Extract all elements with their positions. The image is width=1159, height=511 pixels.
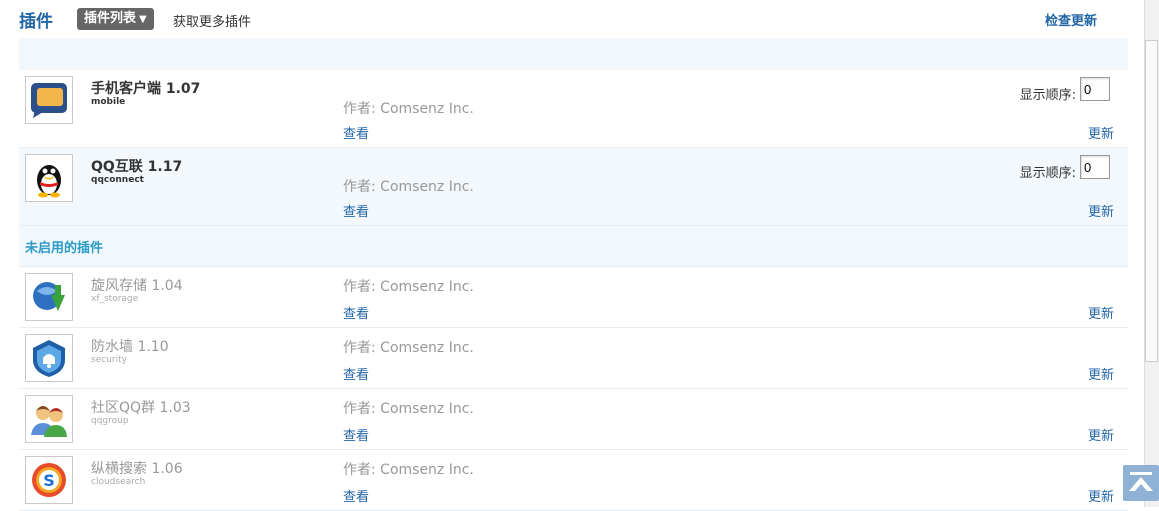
tab-plugin-list-label: 插件列表 xyxy=(84,11,137,26)
plugin-identifier: security xyxy=(91,355,127,365)
plugin-author: 作者: Comsenz Inc. xyxy=(343,279,474,295)
view-link[interactable]: 查看 xyxy=(343,123,369,142)
display-order-label: 显示顺序: xyxy=(1019,166,1076,181)
back-to-top-button[interactable] xyxy=(1123,465,1159,501)
display-order-label: 显示顺序: xyxy=(1019,88,1076,103)
plugin-identifier: qqconnect xyxy=(91,175,144,185)
plugin-identifier: cloudsearch xyxy=(91,477,146,487)
chat-bubble-icon xyxy=(25,76,73,124)
check-update-link[interactable]: 检查更新 xyxy=(1045,10,1097,29)
plugin-row-security: 防水墙 1.10 security 作者: Comsenz Inc. 查看 更新 xyxy=(19,328,1128,389)
arrow-up-icon xyxy=(1129,472,1153,491)
tab-get-more-plugins[interactable]: 获取更多插件 xyxy=(173,11,251,30)
update-link[interactable]: 更新 xyxy=(1088,123,1114,142)
scrollbar-thumb[interactable] xyxy=(1145,40,1158,362)
disabled-section-title: 未启用的插件 xyxy=(25,241,104,256)
plugin-name: QQ互联 1.17 xyxy=(91,159,183,175)
top-bar: 插件 插件列表 ▼ 获取更多插件 检查更新 xyxy=(0,0,1140,38)
display-order-input[interactable] xyxy=(1080,77,1110,101)
svg-text:S: S xyxy=(43,471,55,490)
update-link[interactable]: 更新 xyxy=(1088,425,1114,444)
display-order-input[interactable] xyxy=(1080,155,1110,179)
plugin-name: 纵横搜索 1.06 xyxy=(91,461,183,477)
plugin-row-cloudsearch: S 纵横搜索 1.06 cloudsearch 作者: Comsenz Inc.… xyxy=(19,450,1128,511)
view-link[interactable]: 查看 xyxy=(343,201,369,220)
globe-download-icon xyxy=(25,273,73,321)
users-group-icon xyxy=(25,395,73,443)
plugin-name: 防水墙 1.10 xyxy=(91,339,169,355)
view-link[interactable]: 查看 xyxy=(343,486,369,505)
shield-icon xyxy=(25,334,73,382)
tab-plugin-list[interactable]: 插件列表 ▼ xyxy=(77,8,154,30)
update-link[interactable]: 更新 xyxy=(1088,486,1114,505)
plugin-name: 社区QQ群 1.03 xyxy=(91,400,191,416)
plugin-author: 作者: Comsenz Inc. xyxy=(343,179,474,195)
view-link[interactable]: 查看 xyxy=(343,425,369,444)
plugin-author: 作者: Comsenz Inc. xyxy=(343,401,474,417)
plugin-author: 作者: Comsenz Inc. xyxy=(343,101,474,117)
vertical-scrollbar[interactable] xyxy=(1144,0,1159,507)
search-s-icon: S xyxy=(25,456,73,504)
plugin-row-xf-storage: 旋风存储 1.04 xf_storage 作者: Comsenz Inc. 查看… xyxy=(19,267,1128,328)
plugin-row-mobile: 手机客户端 1.07 mobile 作者: Comsenz Inc. 查看 显示… xyxy=(19,70,1128,148)
plugin-list: 手机客户端 1.07 mobile 作者: Comsenz Inc. 查看 显示… xyxy=(19,38,1128,511)
update-link[interactable]: 更新 xyxy=(1088,364,1114,383)
enabled-section-header xyxy=(19,38,1128,70)
view-link[interactable]: 查看 xyxy=(343,303,369,322)
plugin-author: 作者: Comsenz Inc. xyxy=(343,462,474,478)
plugin-identifier: mobile xyxy=(91,97,126,107)
plugin-author: 作者: Comsenz Inc. xyxy=(343,340,474,356)
plugin-identifier: xf_storage xyxy=(91,294,139,304)
page-title: 插件 xyxy=(19,12,53,32)
disabled-section-header: 未启用的插件 xyxy=(19,226,1128,267)
penguin-icon xyxy=(25,154,73,202)
plugin-row-qqgroup: 社区QQ群 1.03 qqgroup 作者: Comsenz Inc. 查看 更… xyxy=(19,389,1128,450)
update-link[interactable]: 更新 xyxy=(1088,201,1114,220)
view-link[interactable]: 查看 xyxy=(343,364,369,383)
plugin-identifier: qqgroup xyxy=(91,416,129,426)
chevron-down-icon: ▼ xyxy=(139,14,147,25)
plugin-name: 手机客户端 1.07 xyxy=(91,81,201,97)
update-link[interactable]: 更新 xyxy=(1088,303,1114,322)
plugin-name: 旋风存储 1.04 xyxy=(91,278,183,294)
plugin-row-qqconnect: QQ互联 1.17 qqconnect 作者: Comsenz Inc. 查看 … xyxy=(19,148,1128,226)
